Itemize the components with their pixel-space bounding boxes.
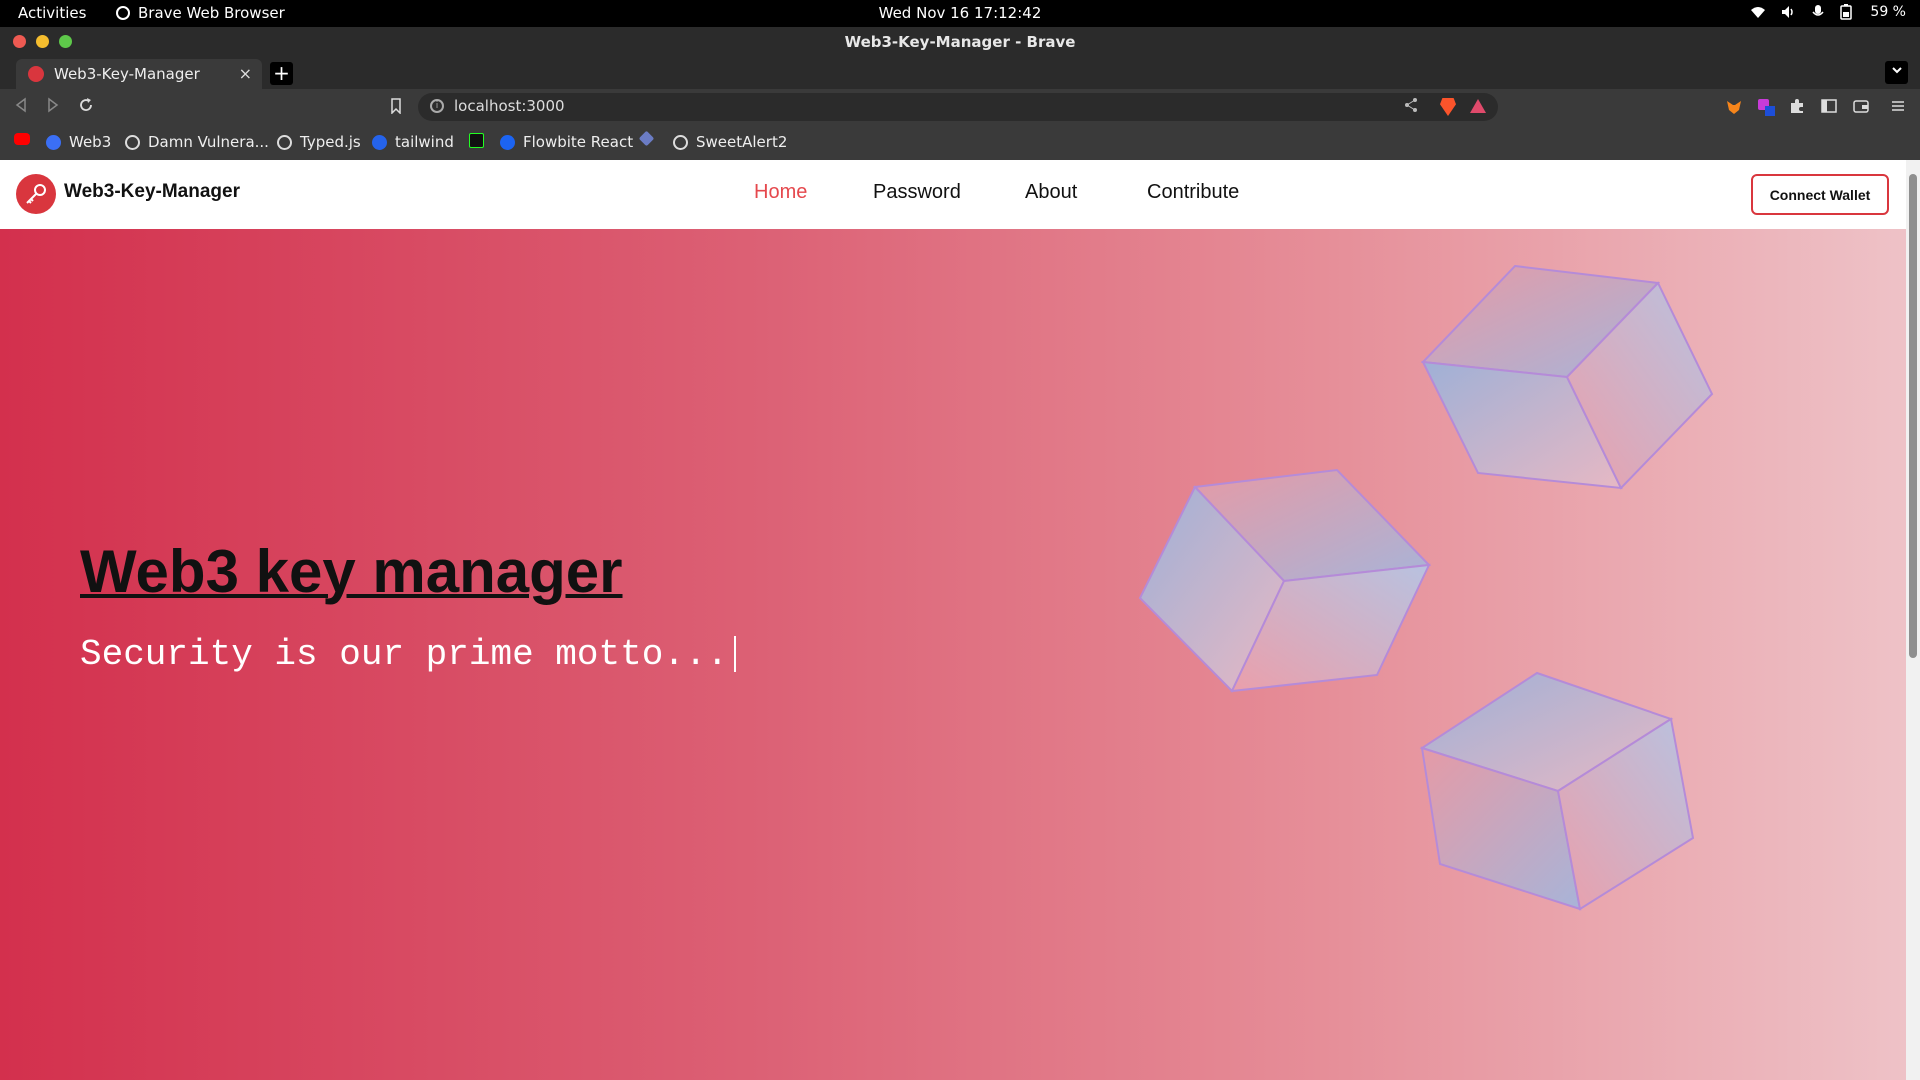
menu-icon[interactable] [1891, 98, 1909, 116]
brave-shields-icon[interactable] [1440, 98, 1456, 116]
bookmark-icon [391, 98, 401, 115]
forward-arrow-icon [48, 97, 59, 113]
reload-icon [80, 98, 92, 111]
globe-icon [277, 134, 292, 150]
hero-title: Web3 key manager [80, 538, 623, 605]
bookmark-tailwind[interactable]: tailwind [372, 133, 454, 151]
bookmark-label: Typed.js [300, 133, 361, 151]
page-scrollbar[interactable] [1906, 160, 1920, 1080]
nav-about[interactable]: About [1025, 181, 1077, 204]
address-bar[interactable]: i localhost:3000 [418, 93, 1498, 121]
microphone-icon [1810, 4, 1826, 20]
bookmark-label: Web3 [69, 133, 112, 151]
system-tray[interactable]: 59 % [1750, 4, 1906, 20]
chevron-down-icon [1891, 67, 1902, 74]
bookmark-button[interactable] [390, 98, 402, 118]
flowbite-icon [500, 134, 515, 150]
wifi-icon [1750, 4, 1766, 20]
scrollbar-thumb[interactable] [1909, 174, 1917, 658]
bookmark-sweetalert2[interactable]: SweetAlert2 [673, 133, 787, 151]
site-favicon-icon [28, 66, 44, 82]
window-title-bar: Web3-Key-Manager - Brave [0, 27, 1920, 57]
nav-password[interactable]: Password [873, 181, 961, 204]
battery-icon [1840, 4, 1856, 20]
volume-icon [1780, 4, 1796, 20]
window-title: Web3-Key-Manager - Brave [844, 33, 1076, 51]
page-viewport: Web3-Key-Manager Home Password About Con… [0, 160, 1906, 1080]
globe-icon [673, 134, 688, 150]
key-logo-icon[interactable] [16, 174, 56, 214]
sidebar-toggle-icon[interactable] [1821, 98, 1839, 116]
site-brand[interactable]: Web3-Key-Manager [64, 181, 240, 203]
bookmark-label: SweetAlert2 [696, 133, 788, 151]
tab-web3-key-manager[interactable]: Web3-Key-Manager × [16, 59, 262, 89]
back-arrow-icon [15, 97, 26, 113]
bookmark-terminal[interactable] [469, 133, 484, 148]
nav-contribute[interactable]: Contribute [1147, 181, 1239, 204]
site-navbar: Web3-Key-Manager Home Password About Con… [0, 160, 1906, 229]
hero-tagline-wrap: Security is our prime motto... [80, 634, 737, 675]
site-info-icon[interactable]: i [430, 99, 444, 113]
tab-label: Web3-Key-Manager [54, 65, 200, 83]
clock[interactable]: Wed Nov 16 17:12:42 [0, 4, 1920, 22]
metamask-extension-icon[interactable] [1725, 98, 1743, 116]
battery-percent: 59 % [1870, 4, 1906, 20]
cube-bottom [1419, 671, 1695, 911]
share-icon[interactable] [1404, 97, 1418, 117]
cube-middle [1138, 468, 1432, 693]
wallet-icon[interactable] [1853, 98, 1871, 116]
globe-icon [125, 134, 140, 150]
nav-home[interactable]: Home [754, 181, 807, 204]
reload-button[interactable] [78, 97, 94, 117]
tab-search-button[interactable] [1885, 61, 1908, 84]
bookmark-damn-vulnerable[interactable]: Damn Vulnera... [125, 133, 269, 151]
back-button[interactable] [14, 97, 28, 117]
browser-toolbar: i localhost:3000 [0, 89, 1920, 125]
new-tab-button[interactable]: + [270, 62, 293, 85]
bookmark-web3[interactable]: Web3 [46, 133, 111, 151]
hero-section: Web3 key manager Security is our prime m… [0, 229, 1906, 1080]
bookmark-diamond[interactable] [638, 130, 655, 147]
bookmark-label: Flowbite React [523, 133, 634, 151]
web3-icon [46, 134, 61, 150]
system-top-bar: Activities Brave Web Browser Wed Nov 16 … [0, 0, 1920, 27]
tailwind-icon [372, 134, 387, 150]
youtube-icon [14, 133, 30, 145]
extension-icon[interactable] [1757, 98, 1775, 116]
url-text[interactable]: localhost:3000 [454, 97, 565, 115]
bookmark-typedjs[interactable]: Typed.js [277, 133, 361, 151]
bookmarks-bar: Web3 Damn Vulnera... Typed.js tailwind F… [0, 125, 1920, 160]
brave-rewards-icon[interactable] [1470, 99, 1486, 113]
bookmark-youtube[interactable] [14, 133, 30, 145]
bookmark-flowbite-react[interactable]: Flowbite React [500, 133, 633, 151]
bookmark-label: Damn Vulnera... [148, 133, 269, 151]
cube-top [1420, 264, 1714, 490]
bookmark-label: tailwind [395, 133, 454, 151]
diamond-icon [638, 130, 655, 147]
terminal-icon [469, 133, 484, 148]
typing-caret [734, 636, 737, 673]
tab-strip: Web3-Key-Manager × + [0, 57, 1920, 89]
connect-wallet-button[interactable]: Connect Wallet [1751, 174, 1889, 215]
hero-tagline: Security is our prime motto... [80, 634, 729, 675]
close-tab-icon[interactable]: × [239, 64, 252, 83]
extensions-puzzle-icon[interactable] [1789, 98, 1807, 116]
forward-button[interactable] [46, 97, 60, 117]
